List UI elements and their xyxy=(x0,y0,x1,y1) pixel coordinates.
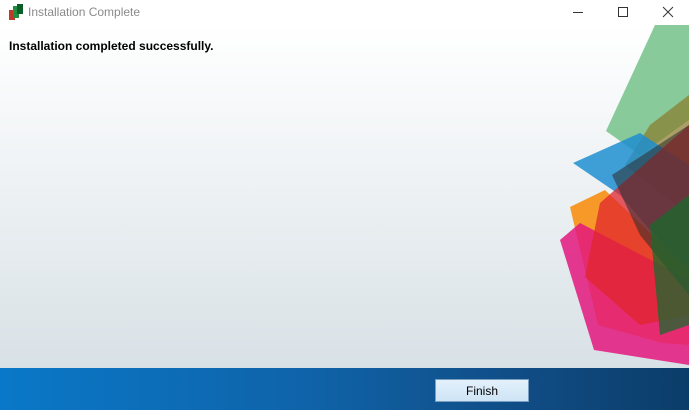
minimize-icon xyxy=(573,12,583,13)
window-title: Installation Complete xyxy=(28,5,141,19)
title-bar[interactable]: Installation Complete xyxy=(0,0,689,25)
minimize-button[interactable] xyxy=(555,0,601,25)
footer-bar: Finish xyxy=(0,368,689,410)
decorative-graphic xyxy=(560,25,689,365)
close-button[interactable] xyxy=(645,0,689,25)
content-area: Installation completed successfully. xyxy=(0,25,689,368)
installer-app-icon xyxy=(9,4,23,20)
finish-button[interactable]: Finish xyxy=(435,379,529,402)
maximize-icon xyxy=(618,7,628,17)
close-icon xyxy=(662,6,674,18)
maximize-button[interactable] xyxy=(600,0,646,25)
